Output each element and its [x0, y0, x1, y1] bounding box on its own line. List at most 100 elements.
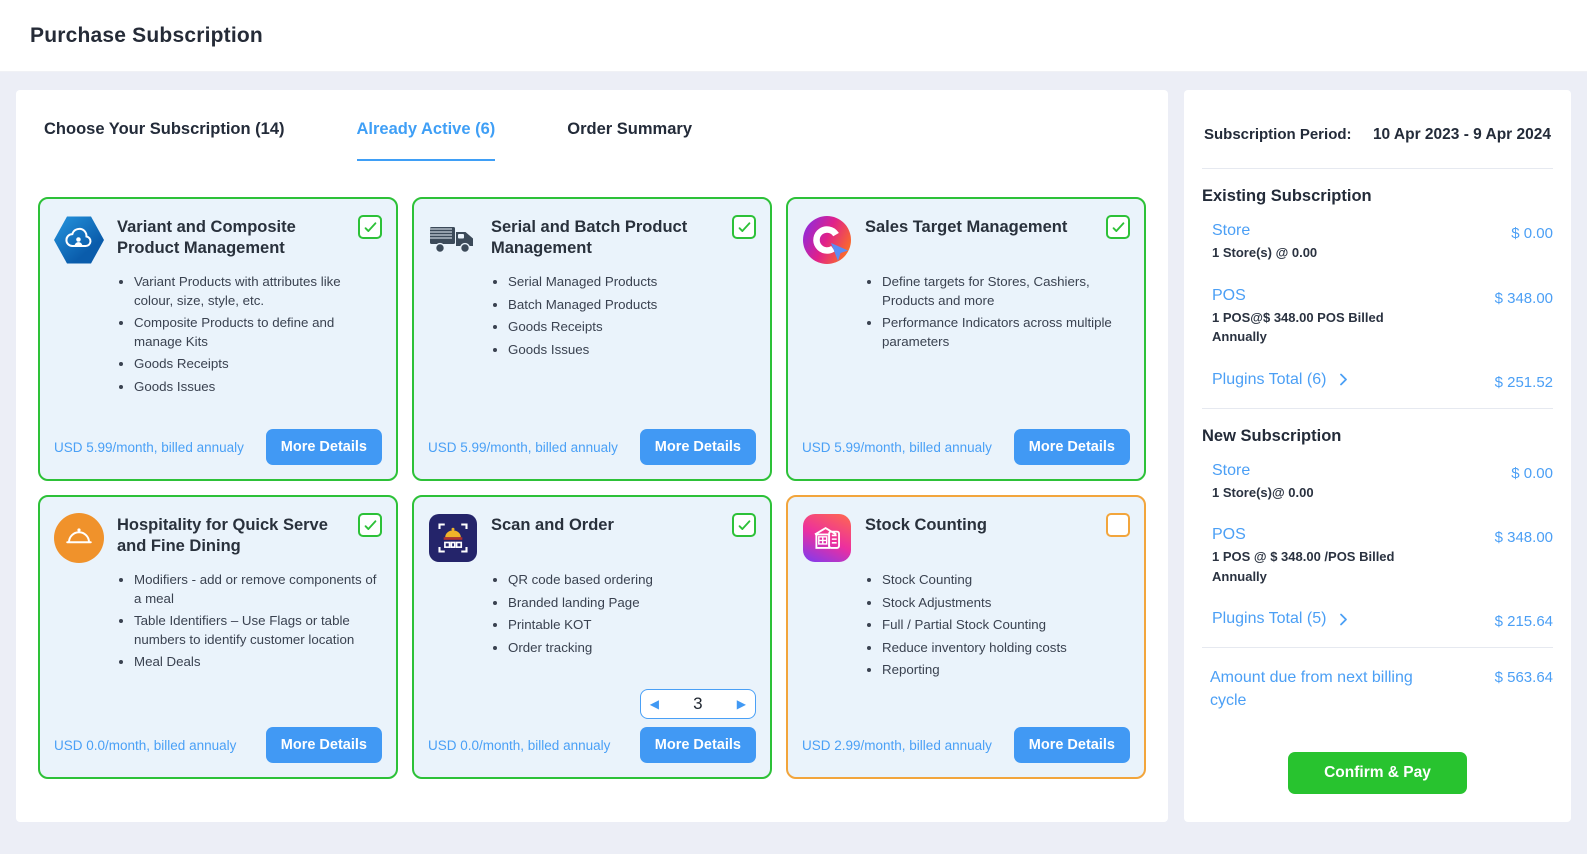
decrement-arrow-icon[interactable]: ◀ — [650, 698, 659, 710]
plugin-card-serial-batch: Serial and Batch Product Management Seri… — [412, 197, 772, 481]
chevron-right-icon — [1336, 372, 1351, 387]
feature-item: Reduce inventory holding costs — [882, 639, 1130, 658]
chevron-right-icon — [1336, 612, 1351, 627]
existing-pos-row: POS 1 POS@$ 348.00 POS Billed Annually $… — [1202, 287, 1553, 347]
divider — [1202, 647, 1553, 648]
feature-list: Modifiers - add or remove components of … — [118, 571, 382, 676]
card-checkbox-checked[interactable] — [732, 215, 756, 239]
feature-list: Serial Managed Products Batch Managed Pr… — [492, 273, 756, 363]
more-details-button[interactable]: More Details — [640, 429, 756, 465]
confirm-and-pay-button[interactable]: Confirm & Pay — [1288, 752, 1467, 794]
card-checkbox-checked[interactable] — [358, 513, 382, 537]
price-text: USD 5.99/month, billed annualy — [802, 440, 992, 465]
feature-item: Stock Adjustments — [882, 594, 1130, 613]
more-details-button[interactable]: More Details — [640, 727, 756, 763]
existing-plugins-row: Plugins Total (6) $ 251.52 — [1202, 371, 1553, 392]
feature-item: Goods Receipts — [134, 355, 382, 374]
feature-item: Order tracking — [508, 639, 756, 658]
existing-subscription-section: Existing Subscription Store 1 Store(s) @… — [1202, 187, 1553, 392]
plugin-card-scan-order: Scan and Order QR code based ordering Br… — [412, 495, 772, 779]
card-title: Stock Counting — [865, 513, 1093, 536]
new-plugins-total-link[interactable]: Plugins Total (5) — [1212, 610, 1351, 628]
top-bar: Purchase Subscription — [0, 0, 1587, 72]
card-checkbox-unchecked[interactable] — [1106, 513, 1130, 537]
new-store-detail: 1 Store(s)@ 0.00 — [1212, 483, 1314, 503]
feature-item: Printable KOT — [508, 616, 756, 635]
truck-icon — [428, 215, 478, 265]
amount-due-label: Amount due from next billing cycle — [1210, 666, 1445, 712]
feature-item: Reporting — [882, 661, 1130, 680]
quantity-stepper[interactable]: ◀ 3 ▶ — [640, 689, 756, 719]
card-checkbox-checked[interactable] — [732, 513, 756, 537]
feature-list: Define targets for Stores, Cashiers, Pro… — [866, 273, 1130, 355]
more-details-button[interactable]: More Details — [1014, 429, 1130, 465]
amount-due-row: Amount due from next billing cycle $ 563… — [1202, 666, 1553, 712]
more-details-button[interactable]: More Details — [266, 429, 382, 465]
subscription-period-row: Subscription Period: 10 Apr 2023 - 9 Apr… — [1202, 112, 1553, 152]
tab-already-active[interactable]: Already Active (6) — [357, 120, 496, 161]
existing-store-amount: $ 0.00 — [1511, 222, 1553, 263]
card-title: Hospitality for Quick Serve and Fine Din… — [117, 513, 345, 556]
tab-bar: Choose Your Subscription (14) Already Ac… — [16, 90, 1168, 161]
existing-store-link[interactable]: Store — [1212, 222, 1317, 240]
existing-pos-link[interactable]: POS — [1212, 287, 1437, 305]
feature-item: Define targets for Stores, Cashiers, Pro… — [882, 273, 1130, 310]
new-pos-row: POS 1 POS @ $ 348.00 /POS Billed Annuall… — [1202, 526, 1553, 586]
existing-subscription-heading: Existing Subscription — [1202, 187, 1553, 206]
target-cursor-icon — [802, 215, 852, 265]
existing-pos-detail: 1 POS@$ 348.00 POS Billed Annually — [1212, 308, 1437, 347]
amount-due-value: $ 563.64 — [1495, 666, 1553, 712]
subscription-period-label: Subscription Period: — [1204, 126, 1352, 143]
card-checkbox-checked[interactable] — [358, 215, 382, 239]
new-pos-detail: 1 POS @ $ 348.00 /POS Billed Annually — [1212, 547, 1437, 586]
divider — [1202, 168, 1553, 169]
card-title: Variant and Composite Product Management — [117, 215, 345, 258]
order-summary-sidebar: Subscription Period: 10 Apr 2023 - 9 Apr… — [1184, 90, 1571, 822]
feature-item: Stock Counting — [882, 571, 1130, 590]
new-store-row: Store 1 Store(s)@ 0.00 $ 0.00 — [1202, 462, 1553, 503]
plugin-card-variant-composite: Variant and Composite Product Management… — [38, 197, 398, 481]
subscription-period-value: 10 Apr 2023 - 9 Apr 2024 — [1373, 126, 1551, 144]
feature-list: QR code based ordering Branded landing P… — [492, 571, 756, 661]
feature-item: Branded landing Page — [508, 594, 756, 613]
feature-item: Composite Products to define and manage … — [134, 314, 382, 351]
subscription-panel: Choose Your Subscription (14) Already Ac… — [16, 90, 1168, 822]
new-subscription-section: New Subscription Store 1 Store(s)@ 0.00 … — [1202, 427, 1553, 632]
feature-item: Meal Deals — [134, 653, 382, 672]
quantity-value: 3 — [693, 694, 702, 714]
feature-item: Modifiers - add or remove components of … — [134, 571, 382, 608]
price-text: USD 0.0/month, billed annualy — [428, 738, 610, 763]
tab-order-summary[interactable]: Order Summary — [567, 120, 692, 161]
increment-arrow-icon[interactable]: ▶ — [737, 698, 746, 710]
feature-item: Full / Partial Stock Counting — [882, 616, 1130, 635]
divider — [1202, 408, 1553, 409]
existing-store-row: Store 1 Store(s) @ 0.00 $ 0.00 — [1202, 222, 1553, 263]
new-pos-link[interactable]: POS — [1212, 526, 1437, 544]
price-text: USD 5.99/month, billed annualy — [54, 440, 244, 465]
existing-plugins-total-link[interactable]: Plugins Total (6) — [1212, 371, 1351, 389]
new-store-link[interactable]: Store — [1212, 462, 1314, 480]
more-details-button[interactable]: More Details — [1014, 727, 1130, 763]
card-title: Serial and Batch Product Management — [491, 215, 719, 258]
tab-choose-your-subscription[interactable]: Choose Your Subscription (14) — [44, 120, 285, 161]
price-text: USD 5.99/month, billed annualy — [428, 440, 618, 465]
new-plugins-total-amount: $ 215.64 — [1495, 610, 1553, 631]
existing-plugins-total-amount: $ 251.52 — [1495, 371, 1553, 392]
new-store-amount: $ 0.00 — [1511, 462, 1553, 503]
more-details-button[interactable]: More Details — [266, 727, 382, 763]
plugin-card-grid: Variant and Composite Product Management… — [16, 161, 1168, 779]
feature-item: Table Identifiers – Use Flags or table n… — [134, 612, 382, 649]
feature-item: QR code based ordering — [508, 571, 756, 590]
plugin-card-stock-counting: Stock Counting Stock Counting Stock Adju… — [786, 495, 1146, 779]
existing-store-detail: 1 Store(s) @ 0.00 — [1212, 243, 1317, 263]
feature-item: Batch Managed Products — [508, 296, 756, 315]
feature-item: Performance Indicators across multiple p… — [882, 314, 1130, 351]
existing-pos-amount: $ 348.00 — [1495, 287, 1553, 347]
feature-item: Goods Receipts — [508, 318, 756, 337]
feature-item: Serial Managed Products — [508, 273, 756, 292]
card-checkbox-checked[interactable] — [1106, 215, 1130, 239]
feature-list: Variant Products with attributes like co… — [118, 273, 382, 401]
cloud-user-hexagon-icon — [54, 215, 104, 265]
feature-item: Goods Issues — [134, 378, 382, 397]
plugin-card-sales-target: Sales Target Management Define targets f… — [786, 197, 1146, 481]
